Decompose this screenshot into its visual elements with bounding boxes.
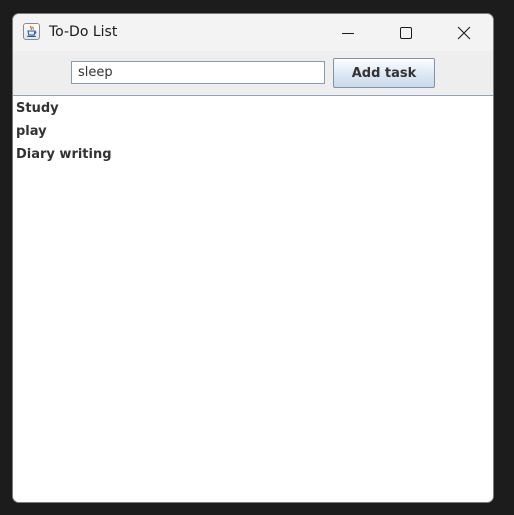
title-bar[interactable]: To-Do List <box>13 14 493 51</box>
input-toolbar: Add task <box>13 51 493 95</box>
maximize-icon <box>400 27 412 39</box>
window-title: To-Do List <box>49 24 118 40</box>
list-item[interactable]: Study <box>16 100 493 123</box>
add-task-button[interactable]: Add task <box>333 58 435 88</box>
task-list[interactable]: Study play Diary writing <box>13 95 493 502</box>
list-item[interactable]: play <box>16 123 493 146</box>
java-cup-icon <box>23 23 40 40</box>
close-icon <box>457 26 471 40</box>
minimize-button[interactable] <box>319 14 377 51</box>
app-window: To-Do List Add task Study play Diary wri… <box>12 13 494 503</box>
task-input[interactable] <box>71 61 325 84</box>
maximize-button[interactable] <box>377 14 435 51</box>
list-item[interactable]: Diary writing <box>16 146 493 169</box>
close-button[interactable] <box>435 14 493 51</box>
minimize-icon <box>342 33 354 34</box>
